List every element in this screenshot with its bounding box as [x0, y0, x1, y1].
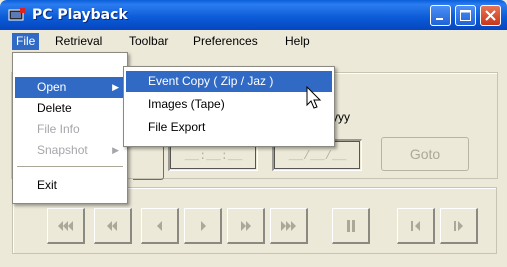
menu-item-exit[interactable]: Exit: [15, 175, 125, 196]
rewind-icon: [107, 221, 117, 231]
menu-item-event-copy[interactable]: Event Copy ( Zip / Jaz ): [126, 71, 332, 92]
rewind-button[interactable]: [94, 208, 132, 244]
frame-forward-icon: [454, 221, 463, 231]
menu-toolbar[interactable]: Toolbar: [125, 33, 172, 50]
minimize-button[interactable]: [430, 5, 451, 26]
file-menu: Open ▶ Delete File Info Snapshot ▶ Exit: [12, 52, 128, 204]
rewind-fast-button[interactable]: [47, 208, 85, 244]
menu-item-images-tape[interactable]: Images (Tape): [126, 94, 332, 115]
rewind-fast-icon: [58, 221, 73, 231]
menu-preferences[interactable]: Preferences: [189, 33, 262, 50]
title-bar[interactable]: PC Playback: [0, 0, 507, 30]
fast-forward-end-icon: [281, 221, 296, 231]
frame-forward-button[interactable]: [440, 208, 478, 244]
fast-forward-icon: [241, 221, 251, 231]
window-title: PC Playback: [32, 7, 128, 23]
submenu-arrow-icon: ▶: [112, 82, 119, 92]
menu-separator: [17, 166, 123, 167]
maximize-button[interactable]: [455, 5, 476, 26]
app-window: PC Playback File Retrieval Toolbar Prefe…: [0, 0, 507, 267]
menu-file[interactable]: File: [12, 33, 40, 50]
step-back-icon: [157, 221, 162, 231]
app-icon: [8, 8, 25, 21]
menu-item-open[interactable]: Open ▶: [15, 77, 125, 98]
menu-item-file-export[interactable]: File Export: [126, 117, 332, 138]
close-icon: [485, 10, 496, 21]
menu-item-file-info: File Info: [37, 122, 80, 136]
pause-button[interactable]: [332, 208, 370, 244]
menu-help[interactable]: Help: [281, 33, 314, 50]
menu-item-delete[interactable]: Delete: [15, 98, 125, 119]
fast-forward-button[interactable]: [227, 208, 265, 244]
frame-back-icon: [411, 221, 420, 231]
step-back-button[interactable]: [141, 208, 179, 244]
play-button[interactable]: [184, 208, 222, 244]
pause-icon: [347, 220, 355, 232]
play-icon: [201, 221, 206, 231]
maximize-icon: [460, 10, 471, 21]
minimize-icon: [436, 18, 443, 20]
goto-button[interactable]: Goto: [381, 137, 469, 171]
fast-forward-end-button[interactable]: [270, 208, 308, 244]
menu-retrieval[interactable]: Retrieval: [51, 33, 106, 50]
frame-back-button[interactable]: [397, 208, 435, 244]
submenu-arrow-icon: ▶: [112, 145, 119, 155]
close-button[interactable]: [480, 5, 501, 26]
menu-item-snapshot: Snapshot ▶: [15, 140, 125, 161]
menu-bar: File Retrieval Toolbar Preferences Help: [0, 30, 507, 52]
mouse-pointer-icon: [306, 86, 322, 109]
open-submenu: Event Copy ( Zip / Jaz ) Images (Tape) F…: [123, 66, 335, 147]
